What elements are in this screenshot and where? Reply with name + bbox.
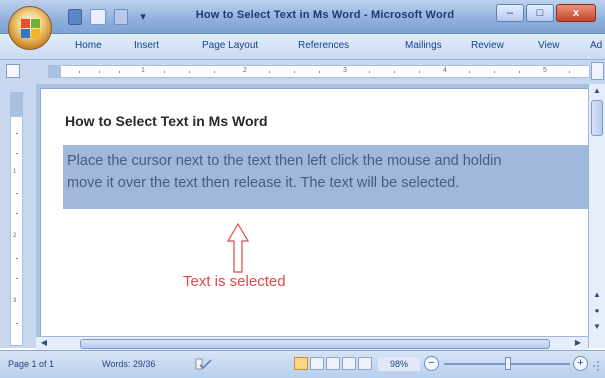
tab-add-ins[interactable]: Ad <box>590 40 602 51</box>
document-paragraph-line[interactable]: move it over the text then release it. T… <box>67 175 459 191</box>
quick-access-customize-button[interactable]: ▾ <box>136 9 150 25</box>
vertical-ruler-tick <box>16 193 18 194</box>
vertical-ruler-number: 3 <box>13 298 17 304</box>
maximize-button[interactable]: □ <box>526 4 554 22</box>
vertical-scroll-thumb[interactable] <box>591 100 603 136</box>
ruler-bar: 1 2 3 4 5 <box>0 60 605 139</box>
tab-view[interactable]: View <box>538 40 560 51</box>
next-page-icon[interactable]: ▼ <box>591 322 603 334</box>
vertical-ruler-tick <box>16 258 18 259</box>
ruler-tick <box>119 71 120 73</box>
repeat-icon[interactable] <box>114 9 128 25</box>
undo-icon[interactable] <box>90 9 106 25</box>
zoom-out-button[interactable]: − <box>424 356 439 371</box>
ruler-tick <box>469 71 470 73</box>
word-window: ▾ How to Select Text in Ms Word - Micros… <box>0 0 605 378</box>
ruler-tick <box>494 71 495 73</box>
ruler-tick <box>419 71 420 73</box>
print-layout-view-button[interactable] <box>294 357 308 370</box>
ruler-number: 3 <box>343 67 347 74</box>
vertical-ruler-tick <box>16 133 18 134</box>
ruler-number: 2 <box>243 67 247 74</box>
office-button[interactable] <box>8 6 52 50</box>
ruler-tick <box>519 71 520 73</box>
ruler-tick <box>319 71 320 73</box>
tab-page-layout[interactable]: Page Layout <box>202 40 258 51</box>
ruler-tick <box>394 71 395 73</box>
vertical-ruler-number: 1 <box>13 169 17 175</box>
scroll-right-icon[interactable]: ▶ <box>572 338 584 350</box>
page-count[interactable]: Page 1 of 1 <box>8 359 54 369</box>
vertical-scrollbar[interactable]: ▲ ▲ ● ▼ <box>588 84 605 348</box>
ruler-tick <box>214 71 215 73</box>
ruler-tick <box>269 71 270 73</box>
document-paragraph-line[interactable]: Place the cursor next to the text then l… <box>67 153 501 169</box>
ruler-tick <box>164 71 165 73</box>
ruler-number: 1 <box>141 67 145 74</box>
tab-selector-button[interactable] <box>6 64 20 78</box>
web-layout-view-button[interactable] <box>326 357 340 370</box>
horizontal-ruler[interactable]: 1 2 3 4 5 <box>48 65 590 78</box>
horizontal-scroll-thumb[interactable] <box>80 339 550 349</box>
vertical-ruler-number: 2 <box>13 233 17 239</box>
office-logo-icon <box>21 19 41 39</box>
window-title: How to Select Text in Ms Word - Microsof… <box>195 9 455 21</box>
close-button[interactable]: x <box>556 4 596 22</box>
vertical-ruler-top-margin <box>11 93 22 117</box>
title-bar: ▾ How to Select Text in Ms Word - Micros… <box>0 0 605 34</box>
ruler-tick <box>369 71 370 73</box>
ruler-left-margin <box>49 66 61 77</box>
tab-mailings[interactable]: Mailings <box>405 40 442 51</box>
vertical-ruler-tick <box>16 153 18 154</box>
ribbon-tab-bar: Home Insert Page Layout References Maili… <box>0 34 605 60</box>
outline-view-button[interactable] <box>342 357 356 370</box>
draft-view-button[interactable] <box>358 357 372 370</box>
zoom-slider-thumb[interactable] <box>505 357 511 370</box>
minimize-button[interactable]: – <box>496 4 524 22</box>
select-browse-object-icon[interactable]: ● <box>591 306 603 318</box>
vertical-ruler-tick <box>16 323 18 324</box>
ruler-number: 4 <box>443 67 447 74</box>
up-arrow-icon <box>227 223 249 273</box>
proofing-check-icon[interactable] <box>194 357 214 371</box>
status-bar: Page 1 of 1 Words: 29/36 98% − + <box>0 350 605 378</box>
scroll-left-icon[interactable]: ◀ <box>38 338 50 350</box>
vertical-ruler[interactable]: 1 2 3 <box>10 92 23 346</box>
ruler-tick <box>99 71 100 73</box>
vertical-ruler-tick <box>16 213 18 214</box>
view-ruler-button[interactable] <box>591 62 604 80</box>
annotation-label: Text is selected <box>183 273 286 290</box>
tab-home[interactable]: Home <box>75 40 102 51</box>
previous-page-icon[interactable]: ▲ <box>591 290 603 302</box>
ruler-tick <box>189 71 190 73</box>
scroll-up-icon[interactable]: ▲ <box>591 86 603 98</box>
resize-grip-icon[interactable] <box>592 359 600 371</box>
document-page[interactable]: How to Select Text in Ms Word Place the … <box>40 88 589 344</box>
zoom-level[interactable]: 98% <box>378 357 420 371</box>
tab-insert[interactable]: Insert <box>134 40 159 51</box>
ruler-tick <box>294 71 295 73</box>
ruler-tick <box>569 71 570 73</box>
word-count[interactable]: Words: 29/36 <box>102 359 155 369</box>
tab-review[interactable]: Review <box>471 40 504 51</box>
document-heading[interactable]: How to Select Text in Ms Word <box>65 113 268 129</box>
zoom-in-button[interactable]: + <box>573 356 588 371</box>
full-screen-reading-view-button[interactable] <box>310 357 324 370</box>
tab-references[interactable]: References <box>298 40 349 51</box>
document-workspace: How to Select Text in Ms Word Place the … <box>36 84 589 348</box>
horizontal-scrollbar[interactable]: ◀ ▶ <box>36 336 588 350</box>
vertical-ruler-tick <box>16 278 18 279</box>
save-icon[interactable] <box>68 9 82 25</box>
ruler-tick <box>79 71 80 73</box>
ruler-number: 5 <box>543 67 547 74</box>
